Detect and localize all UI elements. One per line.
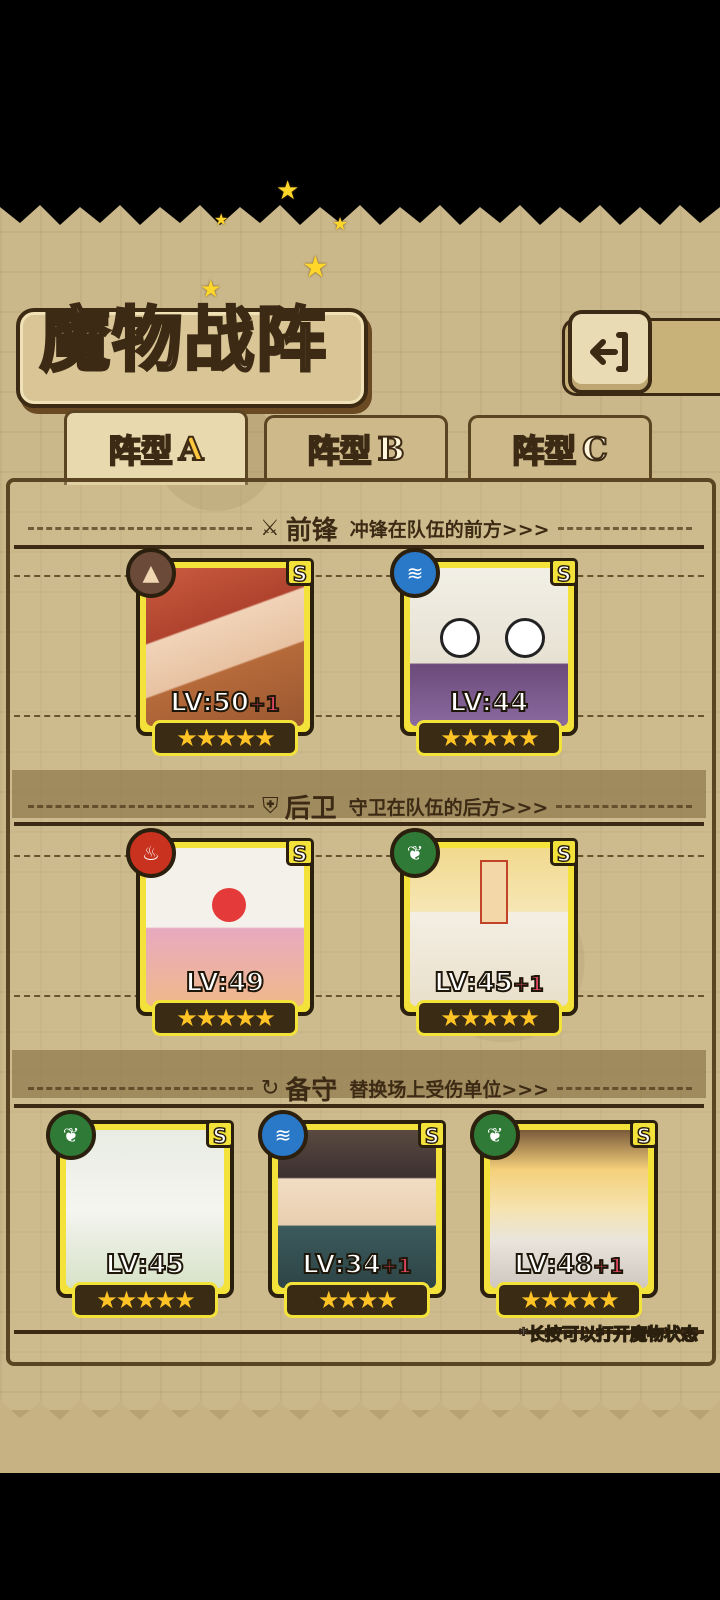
tab-letter: A (178, 429, 205, 469)
tab-label: 阵型 (306, 431, 372, 471)
monster-level: LV:45+1 (404, 967, 574, 999)
return-arrow-icon (590, 332, 628, 372)
long-press-hint: *长按可以打开魔物状态 (519, 1324, 699, 1345)
page-title: 魔物战阵 (39, 298, 328, 381)
level-value: LV:48 (513, 1249, 594, 1281)
tab-label: 阵型 (108, 431, 174, 471)
level-value: LV:44 (449, 687, 530, 719)
back-button[interactable] (568, 310, 652, 394)
row-guide (14, 715, 704, 717)
star-rating: ★★★★ (284, 1282, 430, 1318)
dog-eye (505, 618, 545, 658)
level-value: LV:45 (433, 967, 514, 999)
wood-element-icon: ❦ (390, 828, 440, 878)
row-divider (14, 1104, 704, 1108)
section-desc: 守卫在队伍的后方>>> (348, 796, 549, 819)
section-header-front: ⚔ 前锋 冲锋在队伍的前方>>> (20, 508, 700, 548)
rank-badge: S (550, 838, 578, 867)
earth-element-icon: ▲ (126, 548, 176, 598)
sparkle-star-icon: ★ (302, 250, 329, 285)
monster-level: LV:50+1 (140, 687, 310, 719)
monster-card[interactable]: ❦ S LV:48+1 ★★★★★ (470, 1110, 658, 1318)
section-desc: 冲锋在队伍的前方>>> (349, 518, 550, 541)
rank-badge: S (550, 558, 578, 587)
monster-level: LV:45 (60, 1249, 230, 1281)
monster-card[interactable]: ♨ S LV:49 ★★★★★ (126, 828, 314, 1036)
divider (557, 526, 692, 530)
divider (28, 526, 253, 530)
sparkle-star-icon: ★ (214, 210, 229, 229)
section-header-reserve: ↻ 备守 替换场上受伤单位>>> (20, 1068, 700, 1108)
rank-badge: S (286, 558, 314, 587)
monster-level: LV:48+1 (484, 1249, 654, 1281)
level-bonus: +1 (592, 1253, 625, 1279)
row-divider (14, 545, 704, 549)
row-guide (14, 575, 704, 577)
star-rating: ★★★★★ (416, 720, 562, 756)
tab-letter: C (581, 429, 609, 469)
monster-card[interactable]: ❦ S LV:45 ★★★★★ (46, 1110, 234, 1318)
torn-edge-top (0, 195, 720, 225)
monster-card[interactable]: ≋ S LV:34+1 ★★★★ (258, 1110, 446, 1318)
tab-formation-a[interactable]: 阵型 A (64, 410, 248, 485)
tab-formation-c[interactable]: 阵型 C (468, 415, 652, 480)
rank-badge: S (418, 1120, 446, 1149)
monster-level: LV:44 (404, 687, 574, 719)
talisman-tag (480, 860, 508, 924)
dog-eye (440, 618, 480, 658)
water-element-icon: ≋ (390, 548, 440, 598)
level-value: LV:34 (301, 1249, 382, 1281)
clown-nose (212, 888, 246, 922)
star-rating: ★★★★★ (152, 1000, 298, 1036)
section-desc: 替换场上受伤单位>>> (349, 1078, 550, 1101)
monster-card[interactable]: ≋ S LV:44 ★★★★★ (390, 548, 578, 756)
tab-formation-b[interactable]: 阵型 B (264, 415, 448, 480)
section-name: 前锋 (285, 515, 338, 546)
rank-badge: S (286, 838, 314, 867)
level-value: LV:45 (105, 1249, 186, 1281)
tab-letter: B (376, 429, 405, 469)
sparkle-star-icon: ★ (276, 176, 300, 206)
tab-label: 阵型 (511, 431, 577, 471)
sparkle-star-icon: ★ (332, 214, 349, 235)
wood-element-icon: ❦ (46, 1110, 96, 1160)
section-name: 备守 (285, 1075, 338, 1106)
star-rating: ★★★★★ (416, 1000, 562, 1036)
row-guide (14, 855, 704, 857)
divider (28, 804, 255, 808)
level-bonus: +1 (512, 971, 545, 997)
wood-element-icon: ❦ (470, 1110, 520, 1160)
divider (28, 1086, 253, 1090)
rank-badge: S (630, 1120, 658, 1149)
shield-icon: ⛨ (262, 793, 279, 819)
sword-icon: ⚔ (260, 515, 280, 541)
water-element-icon: ≋ (258, 1110, 308, 1160)
section-name: 后卫 (284, 793, 337, 824)
monster-card[interactable]: ▲ S LV:50+1 ★★★★★ (126, 548, 314, 756)
section-header-rear: ⛨ 后卫 守卫在队伍的后方>>> (20, 786, 700, 826)
star-rating: ★★★★★ (152, 720, 298, 756)
star-rating: ★★★★★ (496, 1282, 642, 1318)
fire-element-icon: ♨ (126, 828, 176, 878)
row-divider (14, 822, 704, 826)
level-bonus: +1 (248, 691, 281, 717)
level-bonus: +1 (380, 1253, 413, 1279)
divider (556, 804, 692, 808)
level-value: LV:49 (185, 967, 266, 999)
torn-edge-bottom (0, 1400, 720, 1473)
row-guide (14, 995, 704, 997)
divider (557, 1086, 692, 1090)
monster-level: LV:34+1 (272, 1249, 442, 1281)
monster-level: LV:49 (140, 967, 310, 999)
level-value: LV:50 (169, 687, 250, 719)
refresh-icon: ↻ (260, 1075, 280, 1101)
rank-badge: S (206, 1120, 234, 1149)
star-rating: ★★★★★ (72, 1282, 218, 1318)
monster-card[interactable]: ❦ S LV:45+1 ★★★★★ (390, 828, 578, 1036)
